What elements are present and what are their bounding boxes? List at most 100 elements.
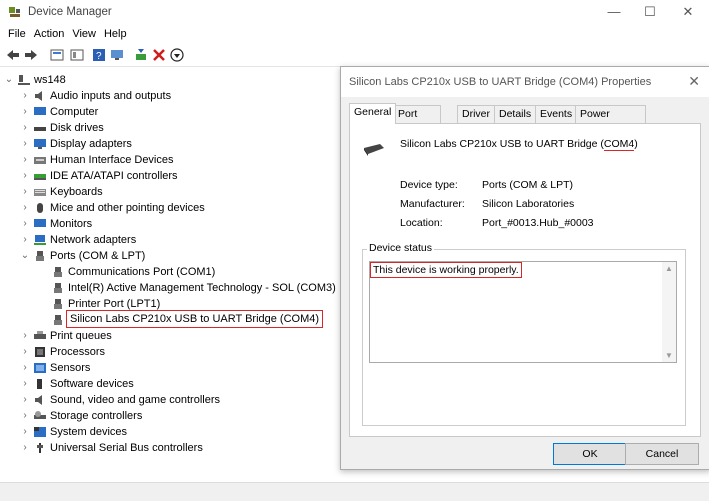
device-name-text: Silicon Labs CP210x USB to UART Bridge ( — [400, 138, 604, 150]
port-item-label: Silicon Labs CP210x USB to UART Bridge (… — [66, 310, 324, 328]
chevron-right-icon[interactable]: › — [20, 408, 30, 424]
title-bar: Device Manager — ☐ ✕ — [0, 0, 709, 24]
mouse-icon — [37, 203, 43, 213]
chevron-right-icon[interactable]: › — [20, 232, 30, 248]
menu-file[interactable]: File — [8, 25, 26, 43]
port-icon — [36, 251, 44, 261]
hid-icon — [34, 157, 46, 164]
tree-item-label: Mice and other pointing devices — [50, 202, 205, 214]
chevron-right-icon[interactable]: › — [20, 184, 30, 200]
chevron-down-icon[interactable]: ⌄ — [4, 72, 14, 88]
delete-icon[interactable] — [152, 48, 166, 62]
tree-item-label: Storage controllers — [50, 410, 143, 422]
display-icon[interactable] — [110, 48, 124, 62]
tree-item-label: Computer — [50, 106, 99, 118]
chevron-right-icon[interactable]: › — [20, 88, 30, 104]
processor-icon — [35, 347, 45, 357]
tree-item-label: Processors — [50, 346, 106, 358]
tab-port-settings[interactable]: Port Settings — [393, 105, 441, 137]
chevron-right-icon[interactable]: › — [20, 344, 30, 360]
network-adapter-icon — [34, 235, 46, 245]
menu-action[interactable]: Action — [34, 25, 65, 43]
port-icon — [54, 299, 62, 309]
tab-driver[interactable]: Driver — [457, 105, 495, 123]
menu-bar: File Action View Help — [0, 25, 709, 43]
port-icon — [54, 315, 62, 325]
device-tree: ⌄ ws148 › Audio inputs and outputs › Compu… — [0, 68, 340, 488]
maximize-button[interactable]: ☐ — [632, 2, 668, 22]
menu-view[interactable]: View — [72, 25, 96, 43]
chevron-right-icon[interactable]: › — [20, 120, 30, 136]
svg-text:?: ? — [96, 51, 102, 62]
tab-general[interactable]: General — [349, 103, 397, 124]
tab-power-management[interactable]: Power Management — [575, 105, 647, 137]
chevron-right-icon[interactable]: › — [20, 152, 30, 168]
scroll-down-icon[interactable]: ▼ — [665, 351, 673, 360]
speaker-icon — [35, 395, 42, 405]
storage-controller-icon — [34, 411, 46, 419]
tree-item-label: Print queues — [50, 330, 112, 342]
ide-controller-icon — [34, 174, 46, 180]
device-manager-icon — [9, 7, 20, 17]
tab-events[interactable]: Events — [535, 105, 578, 123]
cancel-button[interactable]: Cancel — [625, 443, 699, 465]
chevron-right-icon[interactable]: › — [20, 216, 30, 232]
properties-icon[interactable] — [50, 48, 64, 62]
tree-item-label: Network adapters — [50, 234, 137, 246]
chevron-right-icon[interactable]: › — [20, 136, 30, 152]
chevron-right-icon[interactable]: › — [20, 104, 30, 120]
tree-item-label: Software devices — [50, 378, 134, 390]
tab-details[interactable]: Details — [494, 105, 537, 123]
general-panel: Silicon Labs CP210x USB to UART Bridge (… — [349, 123, 701, 437]
back-arrow-icon[interactable] — [6, 48, 20, 62]
menu-help[interactable]: Help — [104, 25, 127, 43]
tree-item-label: Universal Serial Bus controllers — [50, 442, 203, 454]
toolbar: ? — [0, 44, 709, 67]
chevron-right-icon[interactable]: › — [20, 328, 30, 344]
dialog-close-button[interactable]: ✕ — [688, 73, 700, 90]
chevron-right-icon[interactable]: › — [20, 360, 30, 376]
usb-icon — [37, 443, 43, 453]
tree-item-label: Keyboards — [50, 186, 103, 198]
dialog-title: Silicon Labs CP210x USB to UART Bridge (… — [349, 76, 652, 88]
update-driver-icon[interactable] — [170, 48, 184, 62]
device-type-value: Ports (COM & LPT) — [482, 179, 574, 191]
chevron-right-icon[interactable]: › — [20, 424, 30, 440]
device-status-legend: Device status — [367, 242, 435, 254]
help-icon[interactable]: ? — [92, 48, 106, 62]
monitor-icon — [34, 107, 46, 115]
chevron-right-icon[interactable]: › — [20, 376, 30, 392]
close-button[interactable]: ✕ — [670, 2, 706, 22]
chevron-right-icon[interactable]: › — [20, 392, 30, 408]
disk-drive-icon — [34, 127, 46, 131]
location-value: Port_#0013.Hub_#0003 — [482, 217, 594, 229]
minimize-button[interactable]: — — [596, 2, 632, 22]
device-name: Silicon Labs CP210x USB to UART Bridge (… — [400, 138, 638, 151]
window-title: Device Manager — [28, 6, 112, 18]
port-item-label: Communications Port (COM1) — [68, 266, 216, 278]
tree-item-label: Disk drives — [50, 122, 104, 134]
tree-root-label: ws148 — [34, 74, 66, 86]
chevron-right-icon[interactable]: › — [20, 440, 30, 456]
device-type-label: Device type: — [400, 179, 458, 191]
chevron-down-icon[interactable]: ⌄ — [20, 248, 30, 264]
chevron-right-icon[interactable]: › — [20, 168, 30, 184]
port-icon — [54, 283, 62, 293]
keyboard-icon — [34, 189, 46, 196]
view-icon[interactable] — [70, 48, 84, 62]
scroll-up-icon[interactable]: ▲ — [665, 264, 673, 273]
device-status-text: This device is working properly. — [370, 262, 522, 278]
device-port: COM4 — [603, 138, 635, 151]
tree-item-label: Ports (COM & LPT) — [50, 250, 146, 262]
forward-arrow-icon[interactable] — [24, 48, 38, 62]
tree-item-label: Human Interface Devices — [50, 154, 174, 166]
location-label: Location: — [400, 217, 443, 229]
software-device-icon — [37, 379, 42, 389]
ok-button[interactable]: OK — [553, 443, 627, 465]
printer-icon — [34, 331, 46, 339]
chevron-right-icon[interactable]: › — [20, 200, 30, 216]
device-status-textbox[interactable]: This device is working properly. ▲ ▼ — [369, 261, 677, 363]
scan-hardware-icon[interactable] — [134, 48, 148, 62]
status-scrollbar[interactable]: ▲ ▼ — [662, 262, 676, 362]
device-status-group: Device status This device is working pro… — [362, 242, 686, 426]
